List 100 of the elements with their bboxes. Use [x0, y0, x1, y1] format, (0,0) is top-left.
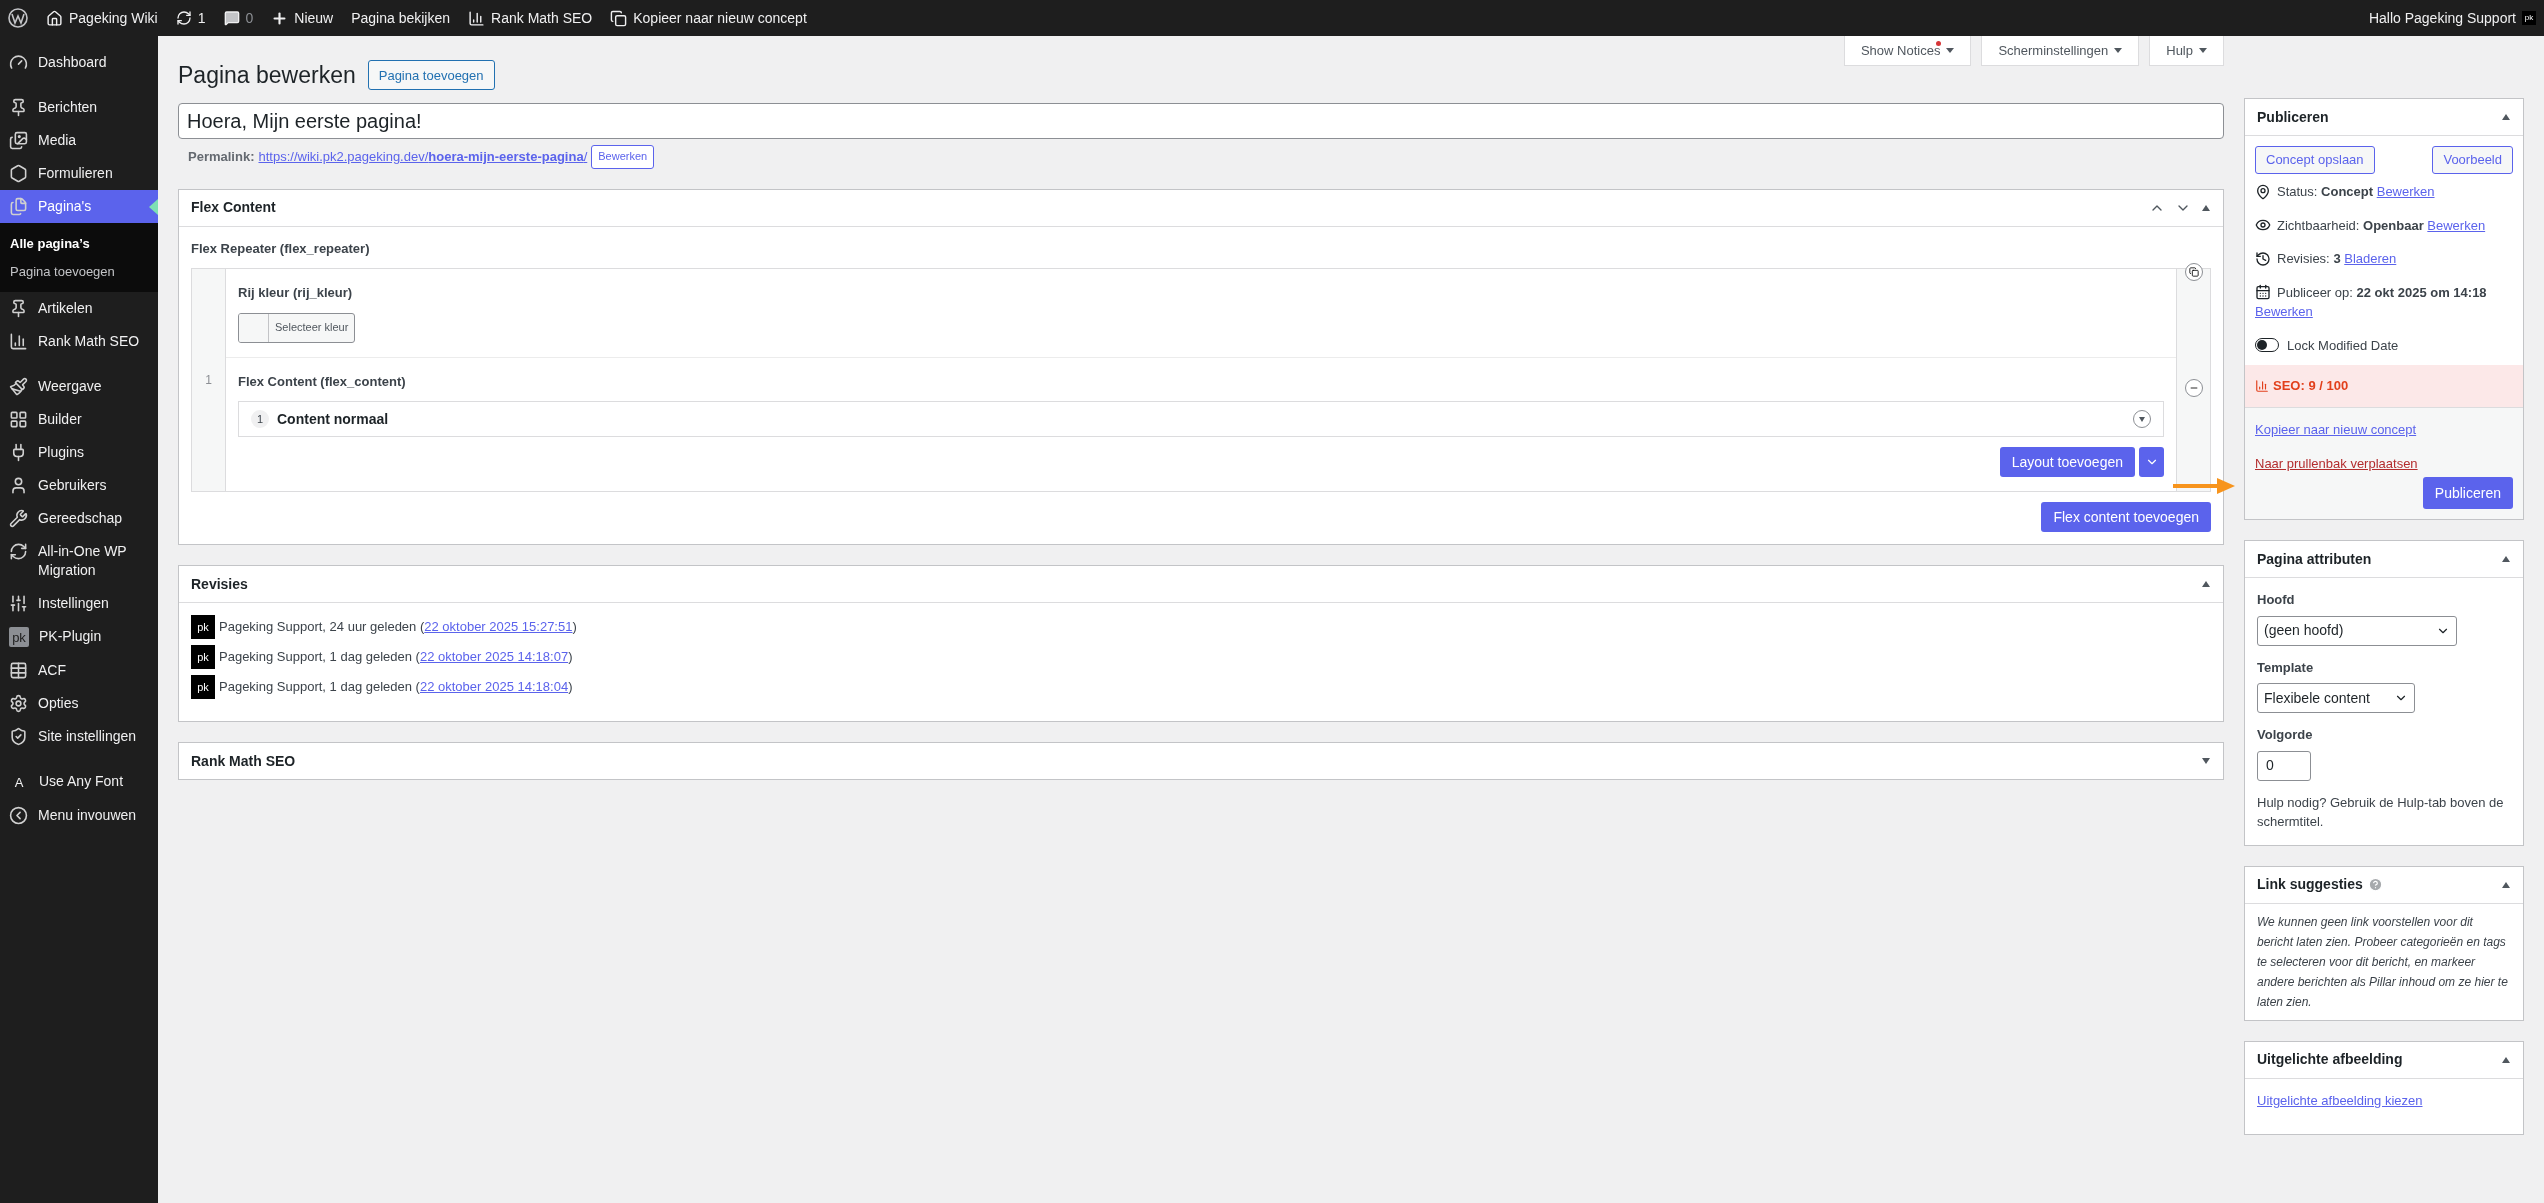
collapse-triangle-icon[interactable]	[2201, 580, 2211, 588]
sidebar-item[interactable]: Menu invouwen	[0, 799, 158, 832]
collapse-triangle-icon[interactable]	[2501, 113, 2511, 121]
revision-text: Pageking Support, 24 uur geleden (22 oktober 2025 15:27:51)	[219, 618, 577, 637]
layout-row[interactable]: 1 Content normaal	[238, 401, 2164, 437]
trash-link[interactable]: Naar prullenbak verplaatsen	[2255, 453, 2513, 473]
sidebar-item[interactable]: Builder	[0, 403, 158, 436]
field-label: Rij kleur (rij_kleur)	[238, 284, 354, 302]
home-icon[interactable]	[46, 9, 63, 27]
meta-text: Revisies: 3 Bladeren	[2277, 250, 2397, 268]
sliders-icon	[9, 594, 28, 613]
refresh-icon[interactable]	[175, 10, 192, 26]
meta-link[interactable]: Bewerken	[2255, 302, 2513, 322]
user-avatar[interactable]: pk	[2522, 11, 2536, 25]
preview-button[interactable]: Voorbeeld	[2432, 146, 2513, 174]
page-heading: Pagina bewerken	[178, 61, 356, 90]
sidebar-item[interactable]: Gebruikers	[0, 469, 158, 502]
sidebar-item[interactable]: Media	[0, 124, 158, 157]
screen-meta-tab[interactable]: Show Notices	[1843, 36, 1972, 66]
sidebar-item[interactable]: Site instellingen	[0, 720, 158, 753]
revision-link[interactable]: 22 oktober 2025 15:27:51	[424, 619, 573, 635]
new-link[interactable]: Nieuw	[294, 7, 334, 29]
box-title: Publiceren	[2257, 107, 2329, 127]
box-title: Uitgelichte afbeelding	[2257, 1050, 2403, 1069]
toggle-label: Lock Modified Date	[2287, 336, 2399, 355]
template-select[interactable]: Flexibele content	[2257, 683, 2415, 713]
meta-link[interactable]: Bladeren	[2344, 251, 2397, 266]
view-page-link[interactable]: Pagina bekijken	[351, 7, 451, 29]
set-featured-image-link[interactable]: Uitgelichte afbeelding kiezen	[2257, 1092, 2423, 1108]
site-link[interactable]: Pageking Wiki	[69, 7, 158, 29]
sidebar-item[interactable]: Berichten	[0, 91, 158, 124]
plus-icon[interactable]	[271, 9, 289, 27]
seo-score-bar: SEO: 9 / 100	[2245, 365, 2523, 407]
revision-avatar: pk	[191, 645, 215, 669]
revision-link[interactable]: 22 oktober 2025 14:18:07	[419, 649, 569, 665]
sidebar-item[interactable]: Artikelen	[0, 292, 158, 325]
wrench-icon	[9, 509, 28, 528]
add-page-button[interactable]: Pagina toevoegen	[367, 60, 495, 91]
collapse-triangle-icon[interactable]	[2201, 203, 2211, 212]
sidebar-item[interactable]: Instellingen	[0, 587, 158, 620]
publish-button[interactable]: Publiceren	[2422, 477, 2513, 509]
post-title-field[interactable]: Hoera, Mijn eerste pagina!	[178, 102, 2224, 139]
sidebar-item[interactable]: Opties	[0, 687, 158, 720]
sidebar-item[interactable]: Weergave	[0, 370, 158, 403]
caret-icon	[1946, 47, 1955, 54]
copy-icon[interactable]	[610, 9, 628, 27]
gear-icon	[9, 694, 28, 713]
revision-text: Pageking Support, 1 dag geleden (22 oktober 2025 14:18:07)	[219, 648, 573, 667]
submenu-item[interactable]: Pagina toevoegen	[0, 257, 158, 285]
logo-icon[interactable]	[8, 8, 28, 28]
sidebar-item[interactable]: Formulieren	[0, 157, 158, 190]
duplicate-icon[interactable]	[2185, 263, 2203, 281]
comment-icon[interactable]	[223, 10, 240, 26]
screen-meta-tab[interactable]: Hulp	[2149, 36, 2224, 66]
copy-link[interactable]: Kopieer naar nieuw concept	[633, 7, 807, 29]
order-field[interactable]: 0	[2257, 750, 2311, 781]
seo-link[interactable]: Rank Math SEO	[491, 7, 593, 29]
text-icon: pk	[9, 627, 29, 647]
sidebar-item[interactable]: Plugins	[0, 436, 158, 469]
sidebar-item[interactable]: Pagina's	[0, 190, 158, 223]
copy-draft-link[interactable]: Kopieer naar nieuw concept	[2255, 420, 2513, 440]
sidebar-item[interactable]: Rank Math SEO	[0, 325, 158, 358]
save-draft-button[interactable]: Concept opslaan	[2255, 146, 2375, 174]
remove-icon[interactable]	[2185, 379, 2203, 397]
greeting-link[interactable]: Hallo Pageking Support	[2368, 7, 2516, 29]
brush-icon	[9, 377, 28, 396]
meta-link[interactable]: Bewerken	[2376, 184, 2435, 199]
collapse-triangle-icon[interactable]	[2501, 880, 2511, 889]
arrow-drawing	[2173, 477, 2235, 495]
sidebar-item[interactable]: Gereedschap	[0, 502, 158, 535]
expand-triangle-icon[interactable]	[2201, 757, 2211, 765]
screen-meta-tab[interactable]: Scherminstellingen	[1981, 36, 2140, 66]
table-icon	[9, 661, 28, 680]
box-title: Pagina attributen	[2257, 549, 2372, 569]
submenu-item[interactable]: Alle pagina’s	[0, 230, 158, 258]
user-icon	[9, 476, 28, 495]
collapse-triangle-icon[interactable]	[2501, 1055, 2511, 1064]
grid-icon	[9, 410, 28, 429]
color-picker-button[interactable]: Selecteer kleur	[238, 312, 356, 343]
chart-icon[interactable]	[468, 9, 486, 27]
add-flex-content-button[interactable]: Flex content toevoegen	[2041, 502, 2211, 532]
dropdown-button[interactable]	[2139, 447, 2164, 477]
revision-link[interactable]: 22 oktober 2025 14:18:04	[419, 679, 569, 695]
meta-link[interactable]: Bewerken	[2427, 217, 2486, 233]
toggle-switch[interactable]	[2255, 338, 2279, 353]
sidebar-item[interactable]: ACF	[0, 654, 158, 687]
edit-permalink-button[interactable]: Bewerken	[591, 144, 655, 169]
add-layout-button[interactable]: Layout toevoegen	[1999, 447, 2135, 477]
layout-number: 1	[251, 410, 269, 428]
meta-text: Status: Concept Bewerken	[2277, 183, 2435, 201]
sidebar-item[interactable]: All-in-One WP Migration	[0, 535, 158, 587]
updates-count[interactable]: 1	[197, 7, 206, 29]
sidebar-item[interactable]: A Use Any Font	[0, 765, 158, 799]
collapse-triangle-icon[interactable]	[2501, 555, 2511, 563]
parent-select[interactable]: (geen hoofd)	[2257, 615, 2457, 646]
comments-count[interactable]: 0	[245, 7, 254, 29]
permalink-link[interactable]: https://wiki.pk2.pageking.dev/hoera-mijn-eerste-pagina/	[258, 146, 588, 167]
field-label: Flex Repeater (flex_repeater)	[191, 239, 371, 258]
sidebar-item[interactable]: Dashboard	[0, 46, 158, 79]
sidebar-item[interactable]: pk PK-Plugin	[0, 620, 158, 654]
